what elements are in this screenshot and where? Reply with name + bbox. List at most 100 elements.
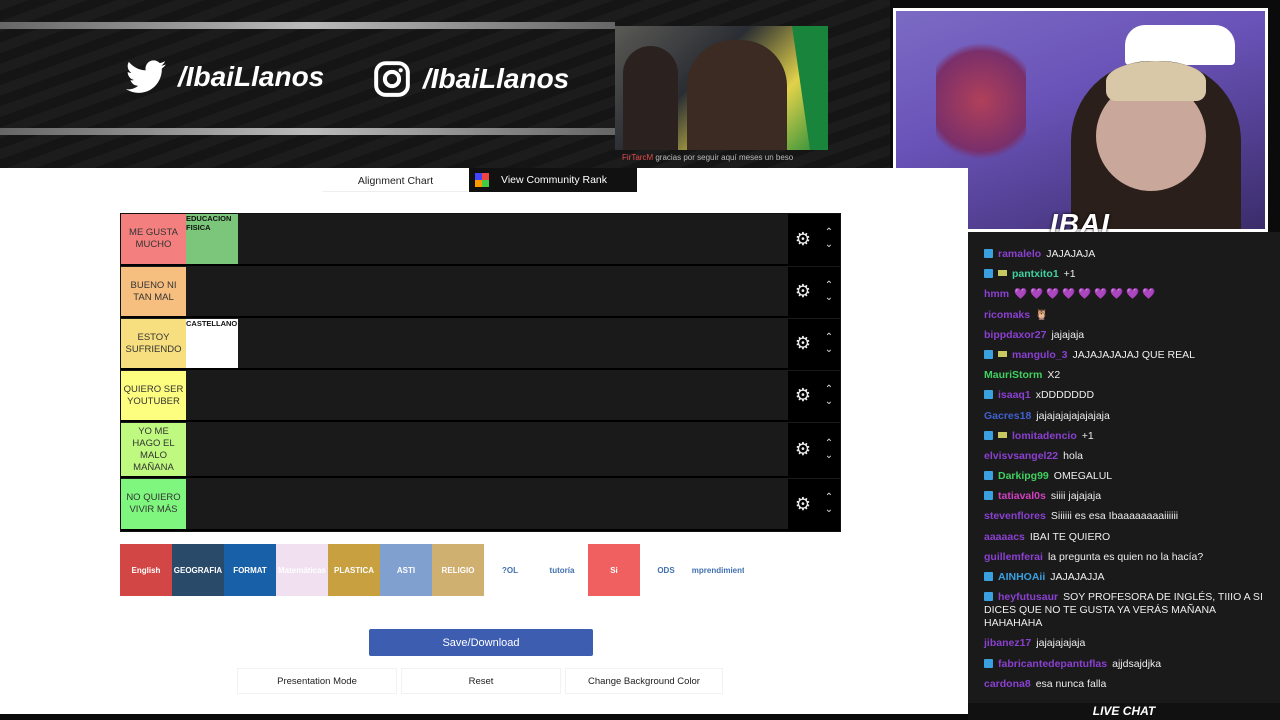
pool-item[interactable]: Emprendimiento	[692, 544, 744, 596]
twitter-handle: /IbaiLlanos	[178, 61, 325, 92]
pool-item[interactable]: ?OL	[484, 544, 536, 596]
chat-username[interactable]: Darkipg99	[998, 470, 1049, 482]
sub-alert: FirTarcM gracias por seguir aquí meses u…	[622, 153, 793, 162]
chevron-down-icon[interactable]: ⌄	[825, 450, 833, 462]
pool-item[interactable]: Matemáticas	[276, 544, 328, 596]
chat-text: OMEGALUL	[1053, 470, 1113, 483]
chat-message: isaaq1 xDDDDDDD	[984, 389, 1266, 402]
chat-message: heyfutusaur SOY PROFESORA DE INGLÉS, TIII…	[984, 591, 1266, 630]
subscriber-badge-icon	[984, 390, 993, 400]
chat-username[interactable]: isaaq1	[998, 389, 1031, 401]
tab-alignment-chart[interactable]: Alignment Chart	[323, 170, 468, 192]
subscriber-badge-icon	[984, 349, 993, 359]
tier-move-arrows: ⌃ ⌄	[825, 492, 833, 516]
chat-username[interactable]: bippdaxor27	[984, 329, 1046, 341]
tier-drop-zone[interactable]: EDUCACION FISICA	[186, 214, 788, 264]
sub-alert-user: FirTarcM	[622, 153, 654, 162]
chat-username[interactable]: tatiaval0s	[998, 490, 1046, 502]
instagram-social: /IbaiLlanos	[373, 60, 569, 98]
guest-person	[687, 40, 787, 150]
pool-item[interactable]: English	[120, 544, 172, 596]
chat-username[interactable]: pantxito1	[1012, 268, 1059, 280]
chevron-down-icon[interactable]: ⌄	[825, 292, 833, 304]
tier-label[interactable]: NO QUIERO VIVIR MÁS	[121, 479, 186, 529]
tree-decoration	[936, 31, 1026, 171]
tier-drop-zone[interactable]	[186, 371, 788, 420]
save-download-button[interactable]: Save/Download	[369, 629, 593, 656]
tier-label[interactable]: QUIERO SER YOUTUBER	[121, 371, 186, 420]
chat-message: pantxito1 +1	[984, 268, 1266, 281]
gear-icon[interactable]: ⚙	[795, 439, 811, 460]
pool-item[interactable]: tutoría	[536, 544, 588, 596]
chevron-up-icon[interactable]: ⌃	[825, 492, 833, 504]
pool-item[interactable]: FORMAT	[224, 544, 276, 596]
pool-item[interactable]: GEOGRAFIA	[172, 544, 224, 596]
chat-message: tatiaval0s siiii jajajaja	[984, 490, 1266, 503]
tier-label[interactable]: YO ME HAGO EL MALO MAÑANA	[121, 423, 186, 476]
chat-username[interactable]: MauriStorm	[984, 369, 1042, 381]
chat-message: aaaaacs IBAI TE QUIERO	[984, 531, 1266, 544]
pool-item[interactable]: Si	[588, 544, 640, 596]
tier-controls: ⚙ ⌃ ⌄	[788, 319, 840, 368]
gear-icon[interactable]: ⚙	[795, 333, 811, 354]
chat-text: IBAI TE QUIERO	[1029, 530, 1111, 543]
chat-username[interactable]: aaaaacs	[984, 531, 1025, 543]
tier-label[interactable]: BUENO NI TAN MAL	[121, 267, 186, 316]
chat-username[interactable]: ricomaks	[984, 309, 1030, 321]
gear-icon[interactable]: ⚙	[795, 229, 811, 250]
tier-drop-zone[interactable]: CASTELLANO	[186, 319, 788, 368]
twitter-icon	[126, 60, 166, 93]
chat-username[interactable]: jibanez17	[984, 637, 1031, 649]
chat-username[interactable]: heyfutusaur	[998, 591, 1058, 603]
tier-drop-zone[interactable]	[186, 267, 788, 316]
tier-drop-zone[interactable]	[186, 423, 788, 476]
chat-text: hola	[1063, 449, 1083, 462]
chevron-up-icon[interactable]: ⌃	[825, 227, 833, 239]
chat-text: JAJAJAJJA	[1050, 571, 1105, 583]
tier-label[interactable]: ESTOY SUFRIENDO	[121, 319, 186, 368]
chat-message: cardona8 esa nunca falla	[984, 678, 1266, 691]
chat-username[interactable]: ramalelo	[998, 248, 1041, 260]
chat-username[interactable]: guillemferai	[984, 551, 1043, 563]
chevron-up-icon[interactable]: ⌃	[825, 280, 833, 292]
chat-username[interactable]: fabricantedepantuflas	[998, 658, 1107, 670]
chevron-up-icon[interactable]: ⌃	[825, 384, 833, 396]
gear-icon[interactable]: ⚙	[795, 385, 811, 406]
tierlist-page: Alignment Chart View Community Rank ME G…	[0, 168, 968, 714]
subscriber-badge-icon	[984, 658, 993, 668]
pool-item[interactable]: ASTI	[380, 544, 432, 596]
gear-icon[interactable]: ⚙	[795, 494, 811, 515]
chevron-down-icon[interactable]: ⌄	[825, 239, 833, 251]
tab-community-rank[interactable]: View Community Rank	[469, 168, 637, 192]
chat-message: guillemferai la pregunta es quien no la h…	[984, 551, 1266, 564]
chat-username[interactable]: cardona8	[984, 678, 1031, 690]
presentation-mode-button[interactable]: Presentation Mode	[237, 668, 397, 694]
chevron-down-icon[interactable]: ⌄	[825, 504, 833, 516]
chat-text: la pregunta es quien no la hacía?	[1047, 550, 1204, 563]
chat-username[interactable]: AINHOAii	[998, 571, 1045, 583]
chat-username[interactable]: hmm	[984, 288, 1009, 300]
reset-button[interactable]: Reset	[401, 668, 561, 694]
pool-item[interactable]: PLASTICA	[328, 544, 380, 596]
chevron-up-icon[interactable]: ⌃	[825, 332, 833, 344]
chat-username[interactable]: stevenflores	[984, 510, 1046, 522]
pool-item[interactable]: ODS	[640, 544, 692, 596]
chat-username[interactable]: elvisvsangel22	[984, 450, 1058, 462]
tier-label[interactable]: ME GUSTA MUCHO	[121, 214, 186, 264]
chat-username[interactable]: lomitadencio	[1012, 430, 1077, 442]
tier-item[interactable]: CASTELLANO	[186, 319, 238, 368]
chat-username[interactable]: Gacres18	[984, 410, 1031, 422]
pool-item[interactable]: RELIGIO	[432, 544, 484, 596]
instagram-handle: /IbaiLlanos	[423, 63, 570, 94]
tier-row: BUENO NI TAN MAL ⚙ ⌃ ⌄	[121, 267, 840, 318]
gear-icon[interactable]: ⚙	[795, 281, 811, 302]
tier-row: QUIERO SER YOUTUBER ⚙ ⌃ ⌄	[121, 371, 840, 422]
tier-drop-zone[interactable]	[186, 479, 788, 529]
chevron-down-icon[interactable]: ⌄	[825, 396, 833, 408]
chevron-down-icon[interactable]: ⌄	[825, 344, 833, 356]
change-background-button[interactable]: Change Background Color	[565, 668, 723, 694]
chevron-up-icon[interactable]: ⌃	[825, 438, 833, 450]
tier-item[interactable]: EDUCACION FISICA	[186, 214, 238, 264]
chat-username[interactable]: mangulo_3	[1012, 349, 1067, 361]
cloud-logo-icon	[1125, 25, 1235, 65]
